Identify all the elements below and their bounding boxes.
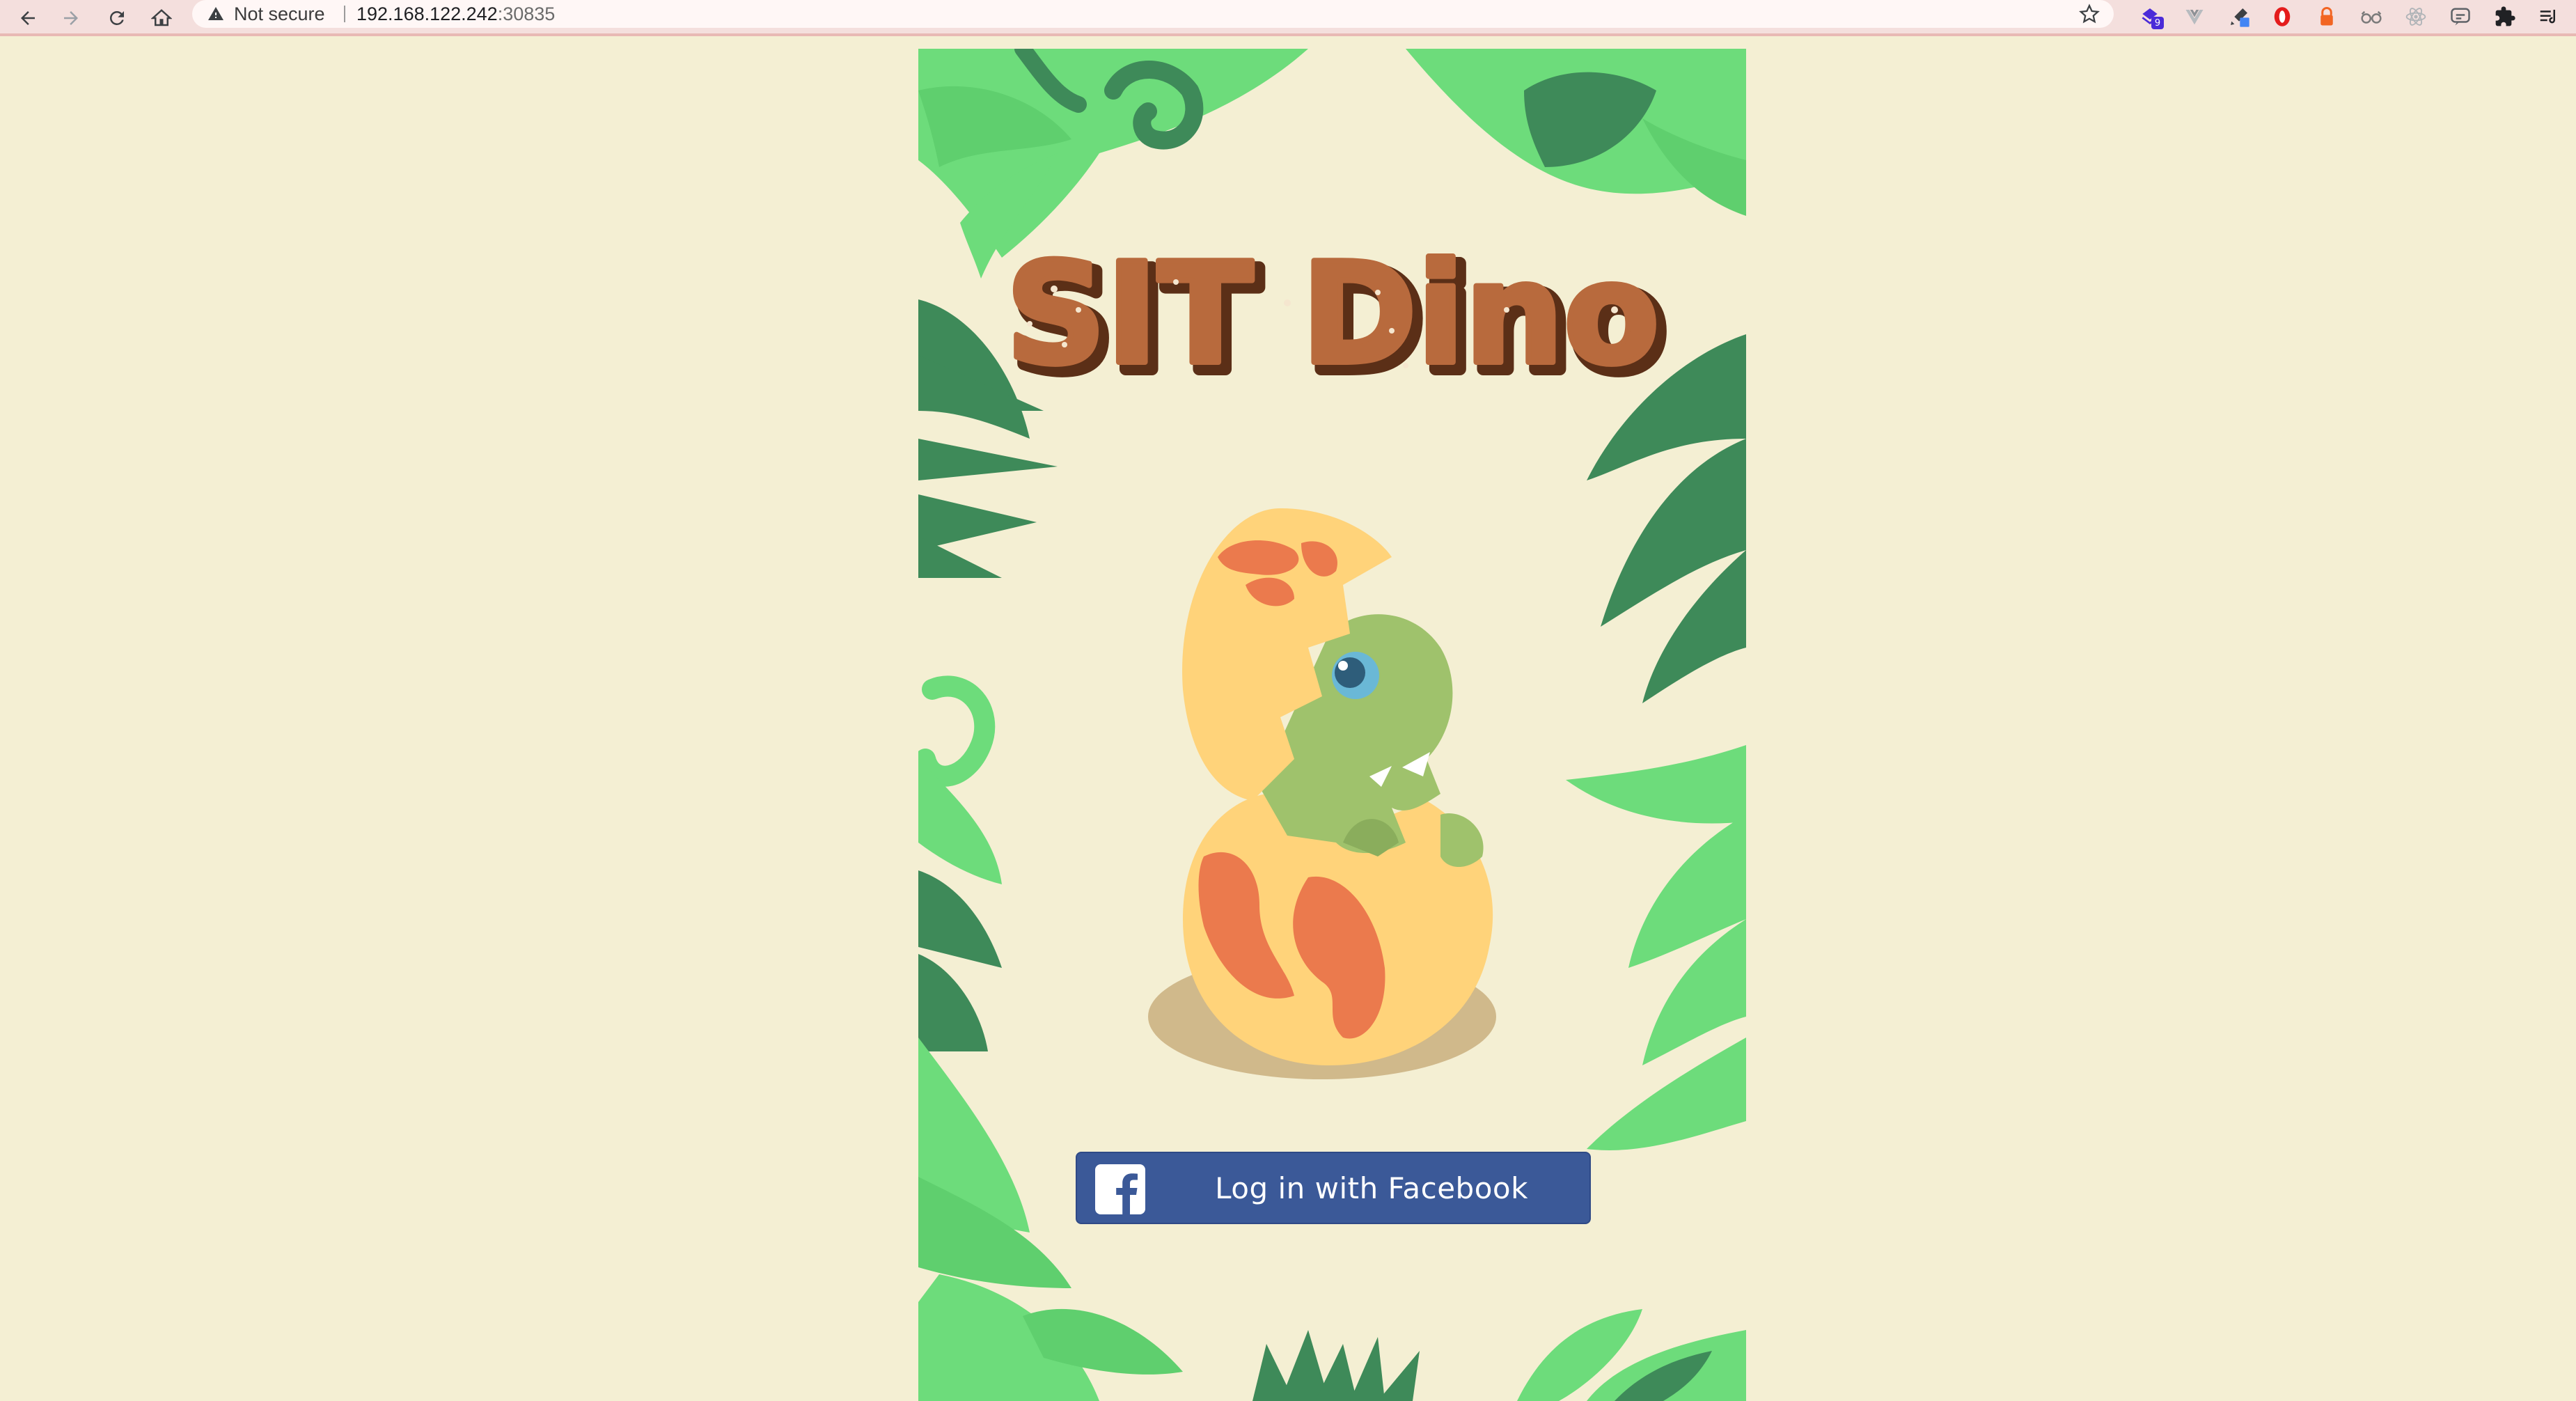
extension-react-button[interactable] bbox=[2401, 1, 2431, 32]
back-icon bbox=[21, 11, 35, 25]
extensions-puzzle-icon bbox=[2495, 6, 2515, 26]
extension-orange-lock-button[interactable] bbox=[2311, 1, 2342, 32]
extension-red-shield-button[interactable] bbox=[2267, 1, 2298, 32]
extension-color-picker-button[interactable] bbox=[2224, 1, 2254, 32]
forward-icon bbox=[64, 11, 78, 25]
leaf-right-middle bbox=[1566, 334, 1746, 1150]
extension-glasses-icon bbox=[2361, 10, 2382, 24]
extension-purple-button[interactable]: 9 bbox=[2135, 1, 2165, 32]
leaf-left-middle bbox=[918, 299, 1058, 1051]
extension-orange-lock-icon bbox=[2320, 7, 2333, 26]
extension-react-icon bbox=[2405, 8, 2426, 26]
address-bar[interactable]: Not secure 192.168.122.242:30835 bbox=[192, 0, 2114, 28]
back-button[interactable] bbox=[13, 3, 43, 33]
game-logo: SIT Dino SIT Dino bbox=[1003, 230, 1673, 407]
game-login-screen: SIT Dino SIT Dino Log in with Facebook bbox=[918, 49, 1746, 1401]
warning-icon bbox=[208, 7, 223, 20]
extension-chat-icon bbox=[2451, 8, 2470, 26]
baby-dino-egg-illustration bbox=[1148, 508, 1496, 1079]
security-label: Not secure bbox=[234, 3, 325, 24]
extension-glasses-button[interactable] bbox=[2356, 1, 2387, 32]
forward-button[interactable] bbox=[56, 3, 86, 33]
facebook-login-label: Log in with Facebook bbox=[1215, 1171, 1528, 1205]
bookmark-button[interactable] bbox=[2079, 0, 2100, 28]
extension-vuejs-icon bbox=[2185, 10, 2204, 25]
extension-red-shield-icon bbox=[2274, 7, 2291, 26]
bookmark-star-icon bbox=[2079, 3, 2100, 24]
extension-color-picker-icon bbox=[2231, 8, 2249, 27]
facebook-login-button[interactable]: Log in with Facebook bbox=[1076, 1152, 1591, 1224]
leaf-top-right-cluster bbox=[1406, 49, 1746, 216]
reading-list-icon bbox=[2540, 10, 2555, 24]
logo-text: SIT Dino bbox=[1006, 233, 1660, 396]
url-text[interactable]: 192.168.122.242:30835 bbox=[356, 0, 555, 28]
home-button[interactable] bbox=[146, 3, 177, 33]
extension-badge: 9 bbox=[2151, 17, 2164, 29]
facebook-icon bbox=[1095, 1164, 1145, 1214]
browser-toolbar: Not secure 192.168.122.242:30835 9 bbox=[0, 0, 2576, 36]
extensions-button[interactable] bbox=[2490, 1, 2520, 32]
reading-list-button[interactable] bbox=[2533, 1, 2563, 32]
extension-chat-button[interactable] bbox=[2445, 1, 2476, 32]
url-host: 192.168.122.242 bbox=[356, 3, 498, 24]
home-icon bbox=[151, 9, 172, 26]
security-indicator[interactable]: Not secure bbox=[207, 0, 325, 28]
extension-vuejs-button[interactable] bbox=[2179, 1, 2210, 32]
address-separator bbox=[344, 6, 345, 22]
reload-icon bbox=[109, 10, 124, 25]
reload-button[interactable] bbox=[102, 3, 132, 33]
url-port: :30835 bbox=[497, 3, 556, 24]
